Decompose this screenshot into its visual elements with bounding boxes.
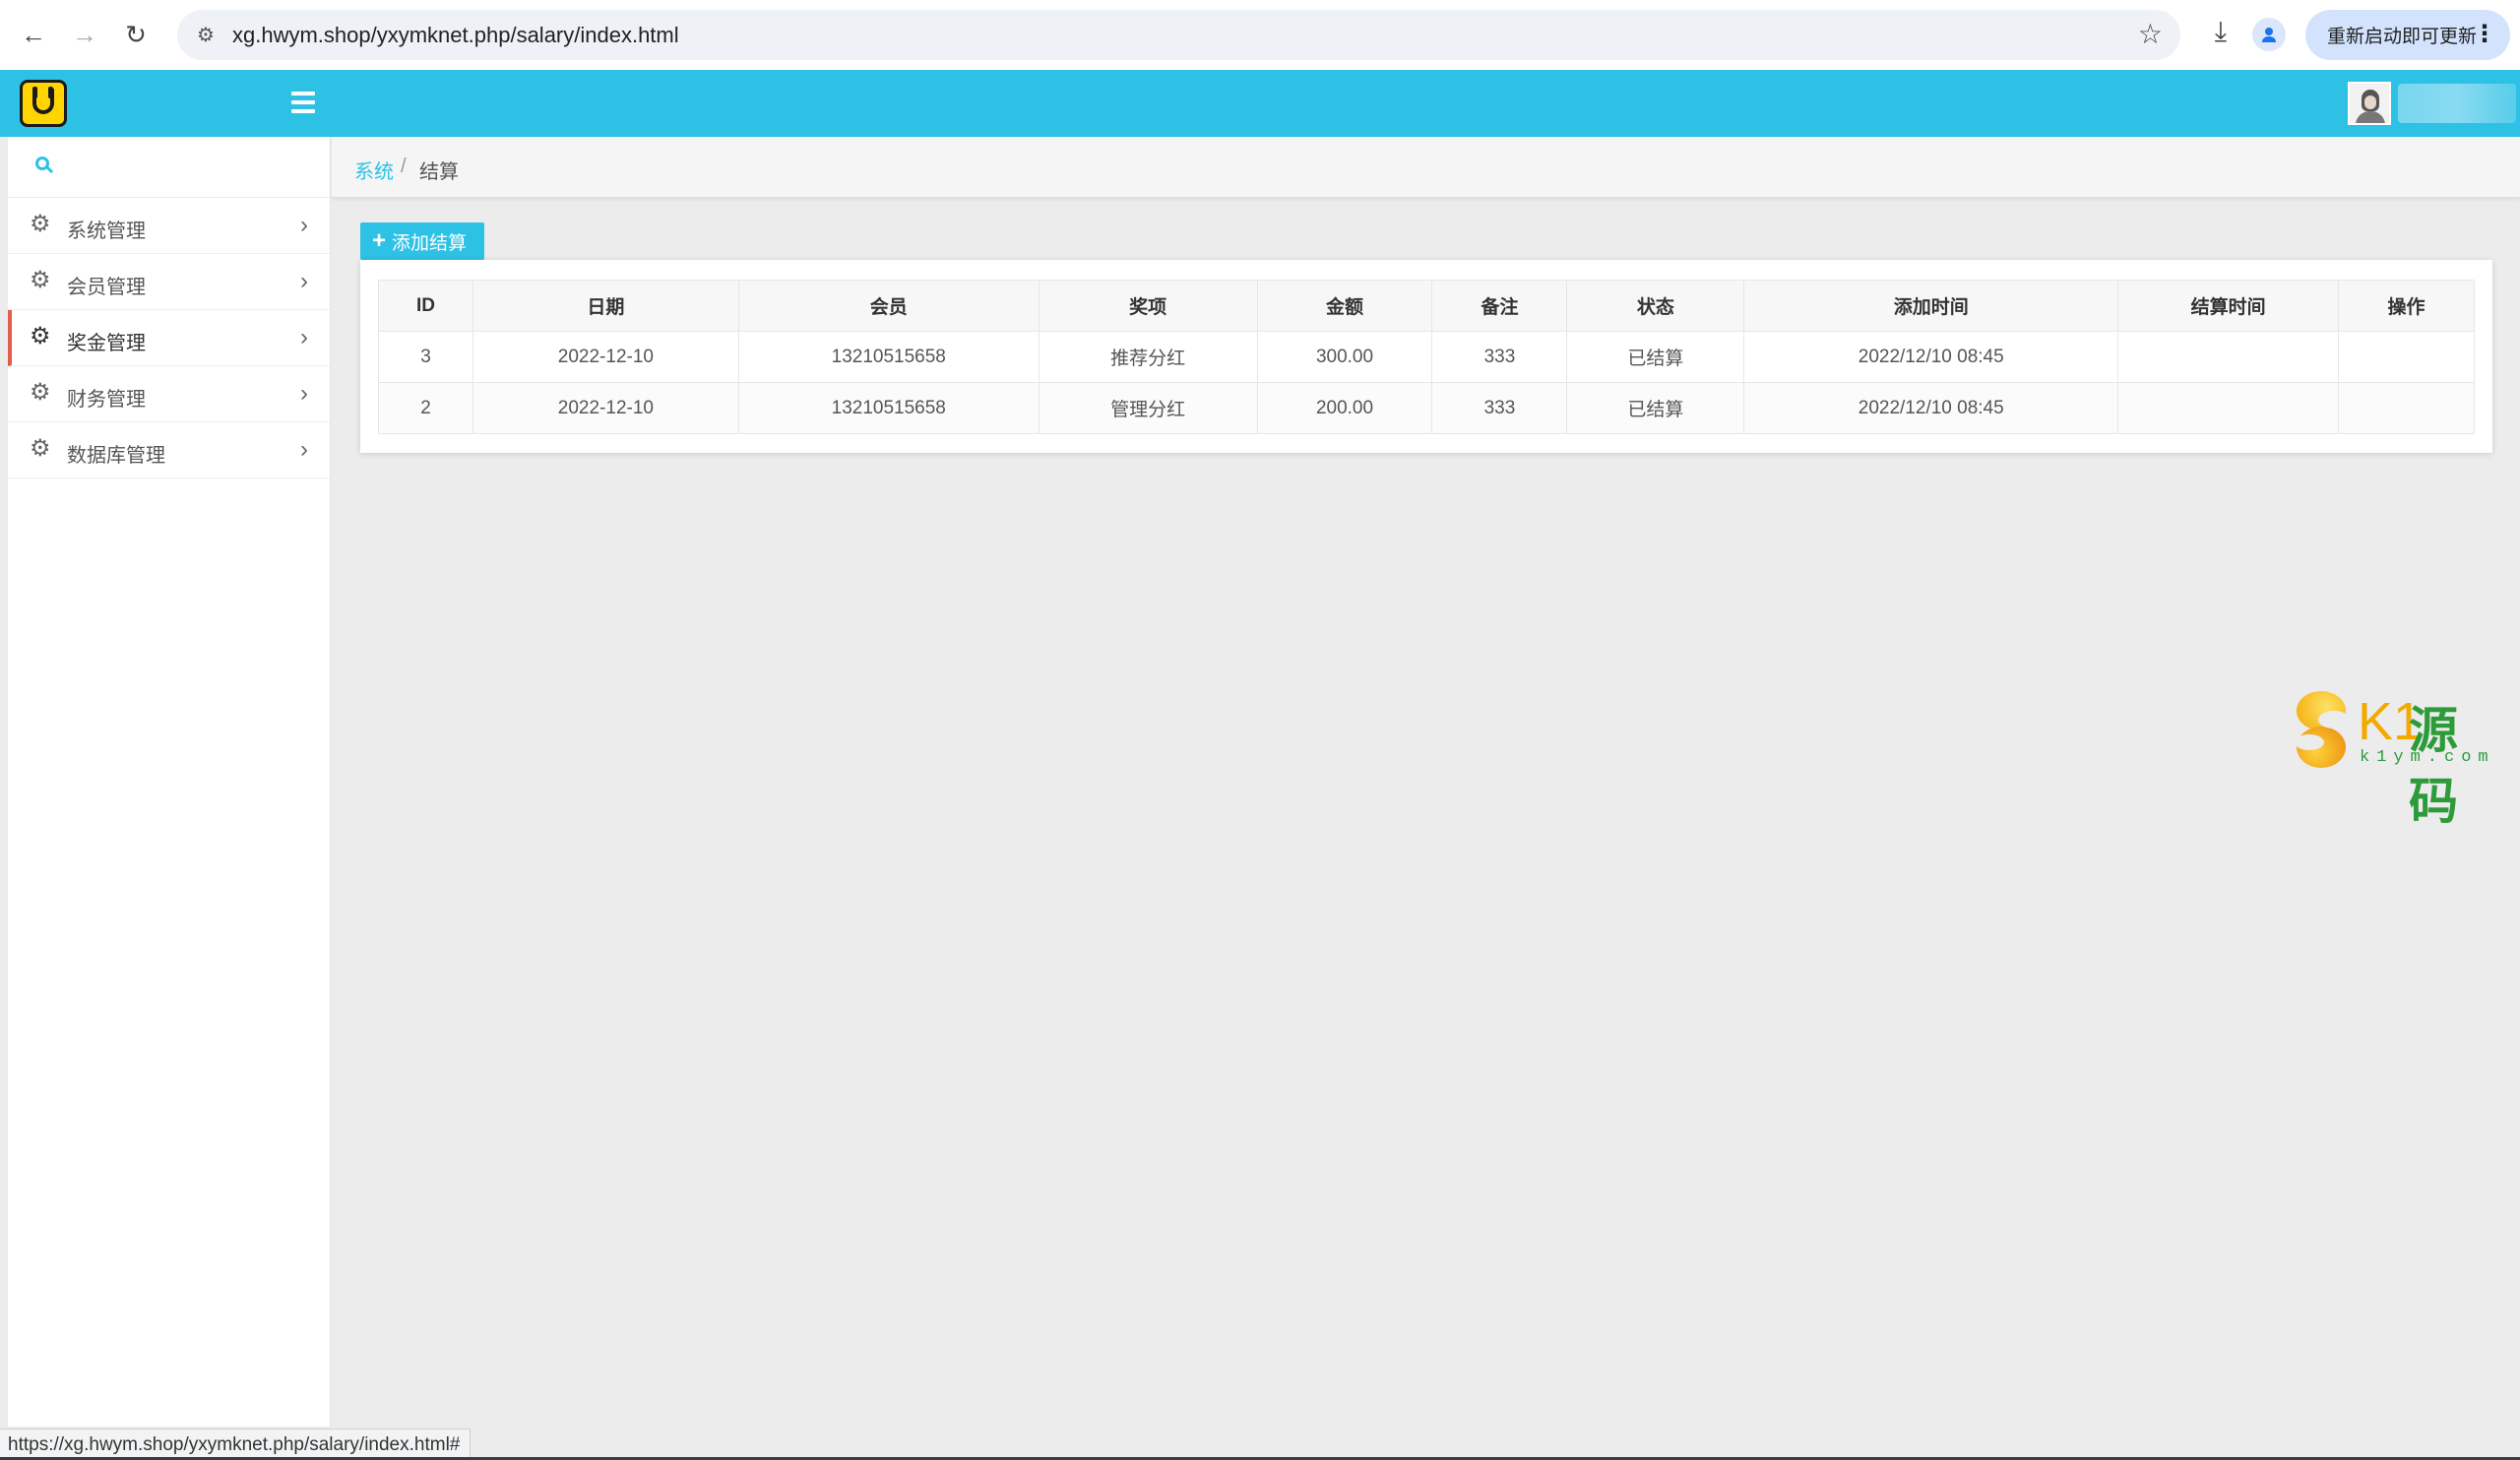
col-header-settled: 结算时间 xyxy=(2117,280,2340,332)
cell-amount: 200.00 xyxy=(1256,382,1433,434)
sidebar-item-label: 数据库管理 xyxy=(67,445,165,467)
forward-icon[interactable]: → xyxy=(65,16,104,55)
cell-actions xyxy=(2338,382,2475,434)
update-button-label: 重新启动即可更新 xyxy=(2327,27,2478,47)
sidebar-item-label: 奖金管理 xyxy=(67,333,146,354)
chevron-right-icon: › xyxy=(300,436,308,463)
chevron-right-icon: › xyxy=(300,212,308,238)
gear-icon: ⚙ xyxy=(30,211,51,237)
table-header-row: ID 日期 会员 奖项 金额 备注 状态 添加时间 结算时间 操作 xyxy=(378,280,2475,332)
cell-note: 333 xyxy=(1431,382,1568,434)
watermark-s-icon xyxy=(2293,689,2350,770)
user-avatar[interactable] xyxy=(2348,82,2391,125)
sidebar-item-system[interactable]: ⚙ 系统管理 › xyxy=(8,198,330,254)
col-header-id: ID xyxy=(378,280,473,332)
sidebar-item-label: 财务管理 xyxy=(67,389,146,411)
col-header-award: 奖项 xyxy=(1038,280,1258,332)
cell-settled xyxy=(2117,382,2340,434)
cell-member: 13210515658 xyxy=(737,382,1040,434)
add-settlement-label: 添加结算 xyxy=(392,232,468,254)
sidebar: ⚙ 系统管理 › ⚙ 会员管理 › ⚙ 奖金管理 › ⚙ 财务管理 › ⚙ 数据… xyxy=(8,137,331,1427)
app-header xyxy=(0,70,2520,137)
download-icon[interactable]: ⤓ xyxy=(2201,16,2240,55)
plus-icon: + xyxy=(372,227,387,254)
chevron-right-icon: › xyxy=(300,324,308,350)
cell-id: 3 xyxy=(378,331,473,383)
bookmark-star-icon[interactable]: ☆ xyxy=(2138,18,2163,50)
app-logo[interactable] xyxy=(20,80,67,127)
gear-icon: ⚙ xyxy=(30,267,51,293)
cell-amount: 300.00 xyxy=(1256,331,1433,383)
site-info-icon[interactable]: ⚙ xyxy=(189,19,222,52)
table-row: 3 2022-12-10 13210515658 推荐分红 300.00 333… xyxy=(378,331,2475,383)
chevron-right-icon: › xyxy=(300,268,308,294)
col-header-member: 会员 xyxy=(737,280,1040,332)
more-menu-icon[interactable]: ⋮ xyxy=(2473,20,2496,48)
sidebar-item-members[interactable]: ⚙ 会员管理 › xyxy=(8,254,330,310)
update-button[interactable]: 重新启动即可更新 ⋮ xyxy=(2305,10,2510,60)
sidebar-item-finance[interactable]: ⚙ 财务管理 › xyxy=(8,366,330,422)
cell-status: 已结算 xyxy=(1566,382,1745,434)
add-settlement-button[interactable]: + 添加结算 xyxy=(360,222,484,260)
gear-icon: ⚙ xyxy=(30,435,51,462)
url-text[interactable]: xg.hwym.shop/yxymknet.php/salary/index.h… xyxy=(232,23,679,48)
col-header-created: 添加时间 xyxy=(1743,280,2119,332)
col-header-actions: 操作 xyxy=(2338,280,2475,332)
back-icon[interactable]: ← xyxy=(14,16,53,55)
cell-note: 333 xyxy=(1431,331,1568,383)
table-panel: ID 日期 会员 奖项 金额 备注 状态 添加时间 结算时间 操作 3 2022… xyxy=(360,260,2492,453)
cell-status: 已结算 xyxy=(1566,331,1745,383)
sidebar-search[interactable] xyxy=(8,137,330,198)
menu-toggle-icon[interactable] xyxy=(291,92,317,113)
cell-date: 2022-12-10 xyxy=(472,331,739,383)
sidebar-item-label: 会员管理 xyxy=(67,277,146,298)
cell-member: 13210515658 xyxy=(737,331,1040,383)
reload-icon[interactable]: ↻ xyxy=(116,16,156,55)
user-name-decoration[interactable] xyxy=(2398,84,2516,123)
chevron-right-icon: › xyxy=(300,380,308,407)
watermark-logo: K1 源码 k1ym.com xyxy=(2289,689,2495,829)
cell-award: 推荐分红 xyxy=(1038,331,1258,383)
breadcrumb-root-link[interactable]: 系统 xyxy=(354,156,394,184)
cell-created: 2022/12/10 08:45 xyxy=(1743,382,2119,434)
settlement-table: ID 日期 会员 奖项 金额 备注 状态 添加时间 结算时间 操作 3 2022… xyxy=(378,280,2475,434)
sidebar-item-bonus[interactable]: ⚙ 奖金管理 › xyxy=(8,310,330,366)
cell-date: 2022-12-10 xyxy=(472,382,739,434)
col-header-note: 备注 xyxy=(1431,280,1568,332)
table-row: 2 2022-12-10 13210515658 管理分红 200.00 333… xyxy=(378,382,2475,434)
logo-smile xyxy=(32,89,54,114)
cell-created: 2022/12/10 08:45 xyxy=(1743,331,2119,383)
cell-id: 2 xyxy=(378,382,473,434)
cell-actions xyxy=(2338,331,2475,383)
sidebar-item-database[interactable]: ⚙ 数据库管理 › xyxy=(8,422,330,478)
gear-icon: ⚙ xyxy=(30,379,51,406)
search-icon[interactable] xyxy=(35,157,54,174)
status-bar-url: https://xg.hwym.shop/yxymknet.php/salary… xyxy=(0,1428,472,1460)
breadcrumb: 系统 / 结算 xyxy=(332,137,2520,198)
col-header-amount: 金额 xyxy=(1256,280,1433,332)
cell-award: 管理分红 xyxy=(1038,382,1258,434)
cell-settled xyxy=(2117,331,2340,383)
col-header-status: 状态 xyxy=(1566,280,1745,332)
address-bar[interactable]: ⚙ xg.hwym.shop/yxymknet.php/salary/index… xyxy=(177,10,2180,60)
watermark-url: k1ym.com xyxy=(2360,748,2495,767)
profile-icon[interactable] xyxy=(2252,18,2286,51)
col-header-date: 日期 xyxy=(472,280,739,332)
sidebar-item-label: 系统管理 xyxy=(67,221,146,242)
breadcrumb-current: 结算 xyxy=(419,161,459,183)
breadcrumb-separator: / xyxy=(401,156,407,177)
browser-toolbar: ← → ↻ ⚙ xg.hwym.shop/yxymknet.php/salary… xyxy=(0,0,2520,70)
gear-icon: ⚙ xyxy=(30,323,51,349)
